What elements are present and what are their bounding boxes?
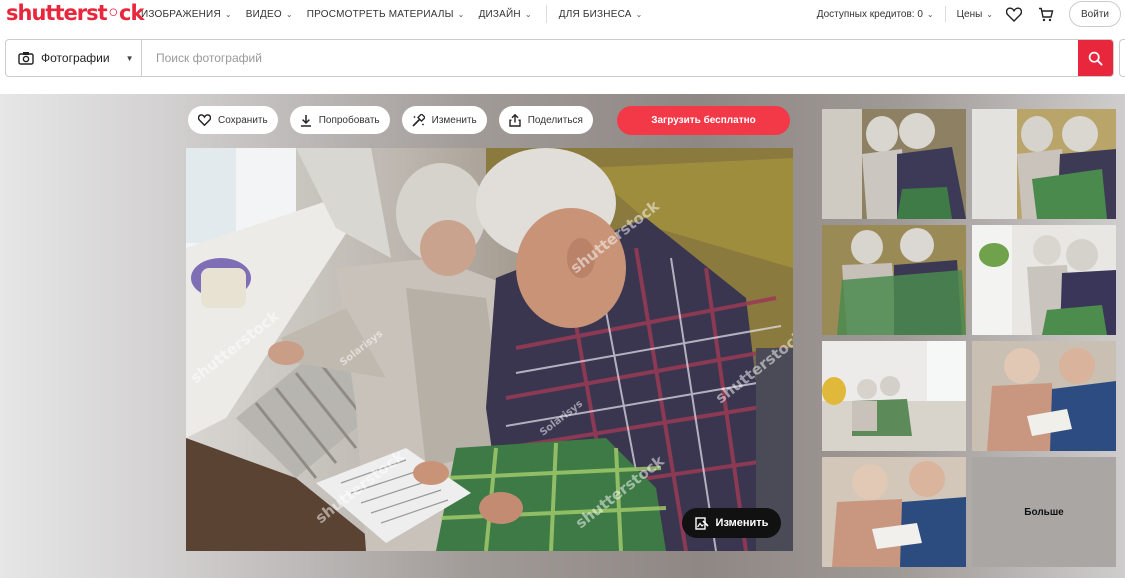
login-button[interactable]: Войти: [1069, 1, 1121, 27]
cart-button[interactable]: [1037, 5, 1055, 23]
nav-browse-label: ПРОСМОТРЕТЬ МАТЕРИАЛЫ: [306, 8, 454, 20]
nav-browse[interactable]: ПРОСМОТРЕТЬ МАТЕРИАЛЫ ⌄: [307, 9, 465, 20]
chevron-down-icon: ⌄: [457, 9, 465, 19]
thumbnail-illustration: [822, 341, 966, 451]
main-photo[interactable]: shutterstock shutterstock shutterstock s…: [186, 148, 793, 551]
image-edit-icon: [694, 516, 709, 530]
nav-design[interactable]: ДИЗАЙН ⌄: [479, 9, 532, 20]
credits-label: Доступных кредитов: 0: [816, 8, 923, 20]
prices-label: Цены: [956, 8, 983, 20]
chevron-down-icon: ⌄: [635, 9, 643, 19]
download-icon: [300, 114, 311, 127]
nav-video-label: ВИДЕО: [245, 8, 282, 20]
shutterstock-logo[interactable]: shutterst◦ck: [6, 1, 144, 25]
prices-dropdown[interactable]: Цены ⌄: [957, 9, 993, 20]
edit-wand-icon: [412, 113, 425, 127]
try-button[interactable]: Попробовать: [289, 106, 390, 134]
nav-images[interactable]: ИЗОБРАЖЕНИЯ ⌄: [141, 9, 232, 20]
nav-business-label: ДЛЯ БИЗНЕСА: [558, 8, 632, 20]
similar-thumbnail[interactable]: [972, 341, 1116, 451]
heart-icon: [1006, 6, 1022, 22]
top-nav: shutterst◦ck ИЗОБРАЖЕНИЯ ⌄ ВИДЕО ⌄ ПРОСМ…: [0, 0, 1125, 28]
nav-divider: [944, 6, 946, 22]
try-label: Попробовать: [318, 114, 380, 126]
thumbnail-illustration: [822, 457, 966, 567]
caret-down-icon: ▼: [125, 53, 134, 63]
edit-button[interactable]: Изменить: [401, 106, 487, 134]
download-free-button[interactable]: Загрузить бесплатно: [617, 106, 790, 135]
share-button[interactable]: Поделиться: [498, 106, 593, 134]
nav-video[interactable]: ВИДЕО ⌄: [246, 9, 293, 20]
thumbnail-illustration: [822, 225, 966, 335]
similar-thumbnail[interactable]: [972, 109, 1116, 219]
save-label: Сохранить: [218, 114, 268, 126]
chevron-down-icon: ⌄: [926, 9, 934, 19]
nav-design-label: ДИЗАЙН: [478, 8, 521, 20]
main-menu: ИЗОБРАЖЕНИЯ ⌄ ВИДЕО ⌄ ПРОСМОТРЕТЬ МАТЕРИ…: [141, 0, 657, 28]
search-bar: Фотографии ▼: [5, 39, 1114, 77]
cart-icon: [1039, 7, 1054, 21]
thumbnail-illustration: [972, 341, 1116, 451]
search-input[interactable]: [142, 40, 1078, 76]
image-actions: Сохранить Попробовать Изменить Поделитьс…: [188, 106, 605, 134]
edit-image-button[interactable]: Изменить: [682, 508, 781, 538]
camera-icon: [18, 52, 34, 65]
media-type-label: Фотографии: [41, 51, 110, 65]
similar-thumbnail[interactable]: [822, 225, 966, 335]
search-button[interactable]: [1078, 40, 1113, 76]
photo-illustration: [186, 148, 793, 551]
chevron-down-icon: ⌄: [285, 9, 293, 19]
thumbnail-illustration: [822, 109, 966, 219]
share-icon: [509, 113, 521, 127]
nav-divider: [545, 5, 547, 23]
save-button[interactable]: Сохранить: [188, 106, 278, 134]
thumbnail-illustration: [972, 225, 1116, 335]
nav-business[interactable]: ДЛЯ БИЗНЕСА ⌄: [559, 9, 643, 20]
credits-dropdown[interactable]: Доступных кредитов: 0 ⌄: [817, 9, 934, 20]
chevron-down-icon: ⌄: [224, 9, 232, 19]
share-label: Поделиться: [527, 114, 583, 126]
chevron-down-icon: ⌄: [524, 9, 532, 19]
account-area: Доступных кредитов: 0 ⌄ Цены ⌄ Войти: [817, 0, 1125, 28]
more-label: Больше: [1024, 506, 1064, 518]
adjacent-control-edge: [1119, 39, 1125, 77]
thumbnail-illustration: [972, 109, 1116, 219]
more-images-tile[interactable]: Больше: [972, 457, 1116, 567]
heart-icon: [198, 114, 211, 126]
similar-thumbnail[interactable]: [822, 341, 966, 451]
similar-thumbnail[interactable]: [972, 225, 1116, 335]
media-type-select[interactable]: Фотографии ▼: [6, 40, 142, 76]
edit-label: Изменить: [431, 114, 477, 126]
similar-thumbnail[interactable]: [822, 109, 966, 219]
similar-thumbnail[interactable]: [822, 457, 966, 567]
edit-overlay-label: Изменить: [715, 517, 769, 529]
search-icon: [1088, 51, 1103, 66]
chevron-down-icon: ⌄: [986, 9, 993, 19]
nav-images-label: ИЗОБРАЖЕНИЯ: [141, 8, 221, 20]
favorites-button[interactable]: [1005, 5, 1023, 23]
